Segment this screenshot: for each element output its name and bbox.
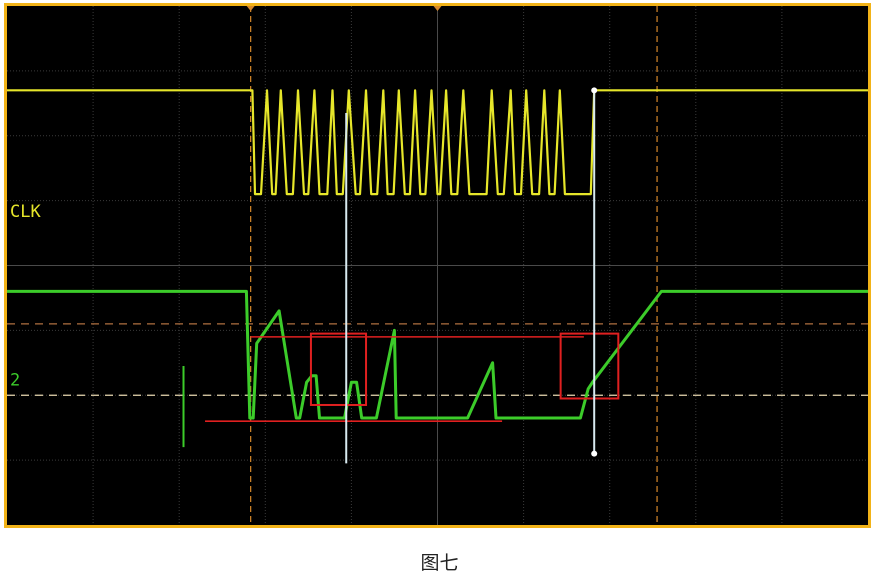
trigger-position-marker [246, 6, 255, 11]
trigger-position-marker [433, 6, 442, 11]
cursor-handle-top [591, 87, 598, 94]
waveform-plot: CLK 2 [7, 6, 868, 525]
cursor-handle-bottom [591, 450, 598, 457]
ch2-channel-label: 2 [10, 371, 20, 391]
figure-caption: 图七 [420, 552, 459, 574]
clk-channel-label: CLK [10, 202, 41, 222]
